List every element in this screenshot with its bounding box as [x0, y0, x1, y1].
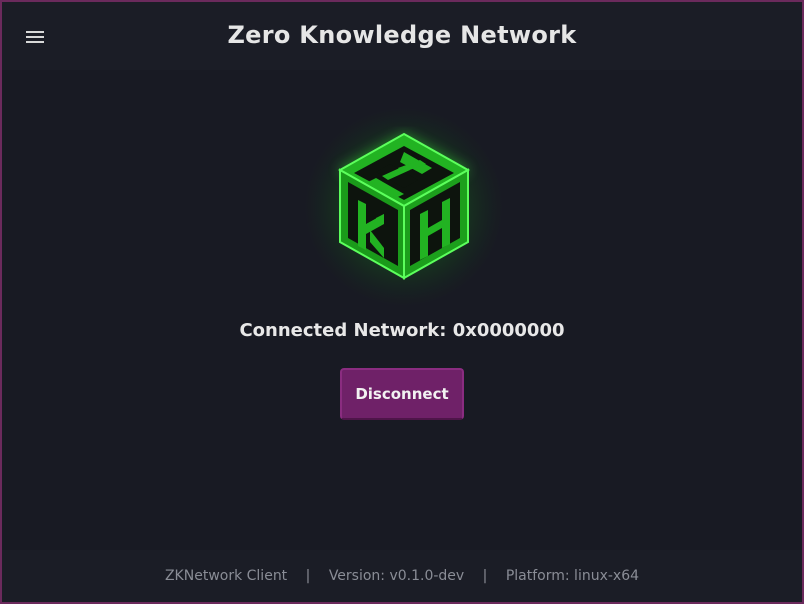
- footer-separator: |: [305, 568, 311, 584]
- footer-bar: ZKNetwork Client | Version: v0.1.0-dev |…: [2, 550, 802, 602]
- zkn-cube-logo-icon: [292, 102, 512, 312]
- app-title: Zero Knowledge Network: [227, 21, 577, 49]
- header-bar: Zero Knowledge Network: [2, 2, 802, 70]
- footer-client: ZKNetwork Client: [164, 568, 288, 584]
- disconnect-button[interactable]: Disconnect: [340, 368, 464, 420]
- app-window: Zero Knowledge Network Connected Network…: [2, 2, 802, 602]
- connected-network-status: Connected Network: 0x0000000: [239, 320, 565, 341]
- footer-platform: Platform: linux-x64: [505, 568, 640, 584]
- footer-version: Version: v0.1.0-dev: [328, 568, 465, 584]
- footer-separator: |: [482, 568, 488, 584]
